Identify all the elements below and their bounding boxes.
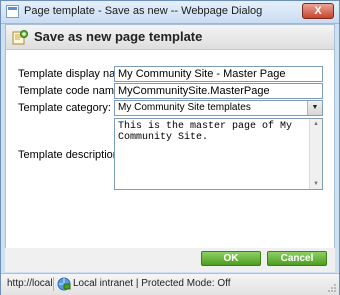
cancel-button[interactable]: Cancel	[267, 251, 327, 266]
status-divider	[53, 277, 54, 291]
ok-button[interactable]: OK	[201, 251, 261, 266]
scroll-up-icon[interactable]: ▲	[310, 119, 322, 129]
dialog-content: Save as new page template Template displ…	[5, 24, 335, 272]
description-text: This is the master page of My Community …	[118, 121, 299, 143]
description-textarea[interactable]: This is the master page of My Community …	[114, 118, 323, 190]
window-title: Page template - Save as new -- Webpage D…	[24, 5, 263, 17]
dialog-footer: OK Cancel	[5, 248, 335, 272]
description-scrollbar[interactable]: ▲ ▼	[309, 119, 322, 189]
category-select[interactable]: My Community Site templates ▼	[114, 100, 323, 116]
security-zone-text: Local intranet | Protected Mode: Off	[73, 278, 231, 289]
scroll-down-icon[interactable]: ▼	[310, 179, 322, 189]
close-button[interactable]: X	[302, 3, 334, 19]
dialog-window: Page template - Save as new -- Webpage D…	[0, 0, 340, 295]
description-label: Template description:	[18, 149, 122, 161]
dialog-heading: Save as new page template	[34, 29, 203, 44]
code-name-label: Template code name:	[18, 85, 124, 97]
local-intranet-icon	[57, 277, 71, 291]
page-icon	[6, 5, 19, 18]
chevron-down-icon[interactable]: ▼	[307, 101, 322, 115]
category-label: Template category:	[18, 102, 111, 114]
category-selected-value: My Community Site templates	[118, 102, 251, 113]
code-name-input[interactable]: MyCommunitySite.MasterPage	[114, 83, 323, 99]
title-bar[interactable]: Page template - Save as new -- Webpage D…	[1, 1, 339, 24]
status-bar: http://localhost Local intranet | Protec…	[1, 273, 339, 295]
dialog-header: Save as new page template	[6, 25, 334, 50]
status-url: http://localhost	[7, 278, 53, 289]
template-add-icon	[12, 30, 28, 45]
resize-grip-icon[interactable]	[327, 283, 337, 293]
display-name-input[interactable]: My Community Site - Master Page	[114, 66, 323, 82]
